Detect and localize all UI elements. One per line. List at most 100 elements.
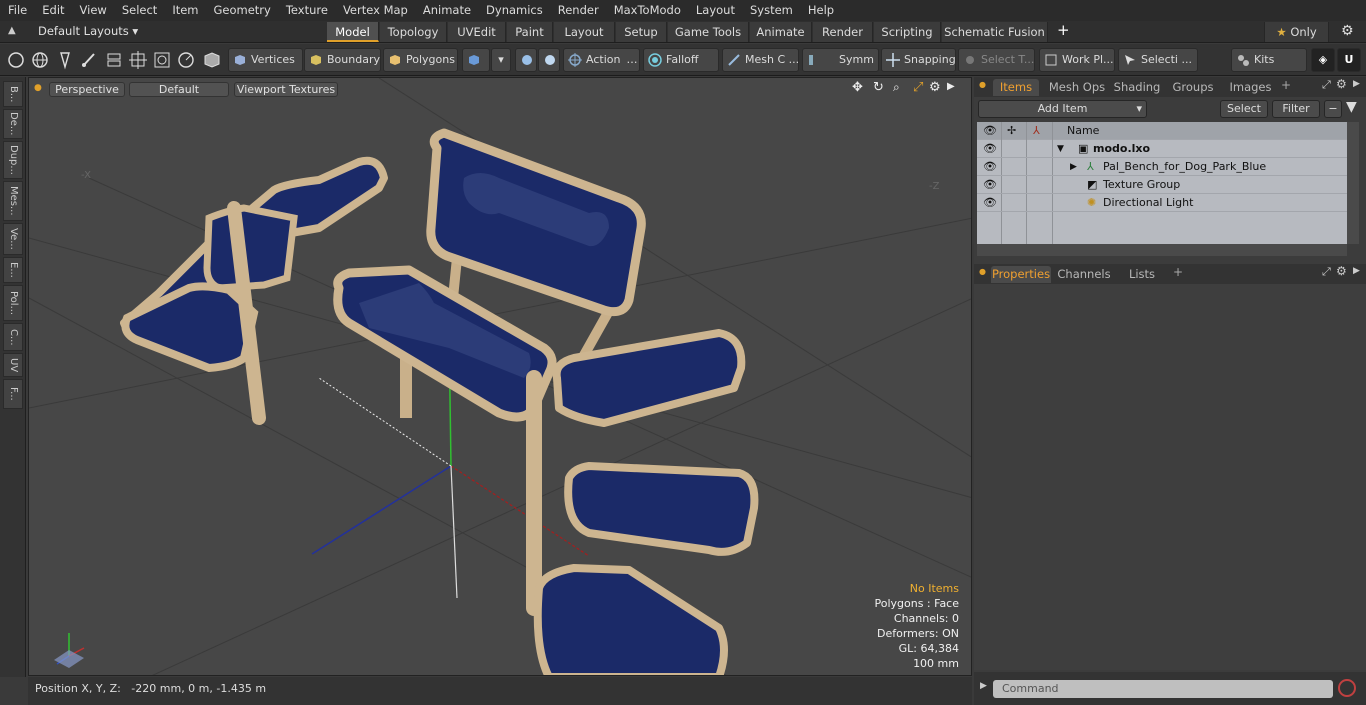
boundary-button[interactable]: Boundary bbox=[304, 48, 381, 72]
collapsed-arrow-icon[interactable]: ▶ bbox=[1070, 158, 1077, 176]
view-mode-button[interactable]: Perspective bbox=[49, 82, 125, 97]
add-tab-icon[interactable]: + bbox=[1057, 21, 1070, 39]
tab-items[interactable]: Items bbox=[993, 79, 1039, 96]
tab-model[interactable]: Model bbox=[327, 22, 379, 42]
menu-edit[interactable]: Edit bbox=[34, 0, 71, 21]
collapse-button[interactable]: − bbox=[1324, 100, 1342, 118]
vtab-mesh-edit[interactable]: Mes... bbox=[3, 181, 23, 221]
tab-scripting[interactable]: Scripting bbox=[874, 22, 941, 42]
vtab-curve[interactable]: C... bbox=[3, 323, 23, 351]
vtab-deform[interactable]: De... bbox=[3, 109, 23, 139]
tab-mesh-ops[interactable]: Mesh Ops bbox=[1047, 79, 1107, 96]
fit-icon[interactable]: ⤢ bbox=[913, 80, 923, 95]
layout-selector[interactable]: Default Layouts ▾ bbox=[38, 24, 138, 38]
tab-topology[interactable]: Topology bbox=[380, 22, 447, 42]
tab-paint[interactable]: Paint bbox=[507, 22, 553, 42]
sphere-tool-icon[interactable] bbox=[6, 50, 26, 70]
zoom-icon[interactable]: ⌕ bbox=[893, 80, 900, 95]
panel-menu-icon[interactable]: ▶ bbox=[1353, 79, 1360, 89]
globe-tool-icon[interactable] bbox=[30, 50, 50, 70]
add-item-button[interactable]: Add Item ▾ bbox=[978, 100, 1147, 118]
menu-animate[interactable]: Animate bbox=[415, 0, 478, 21]
menu-layout[interactable]: Layout bbox=[688, 0, 742, 21]
unreal-button[interactable]: U bbox=[1337, 48, 1361, 72]
expand-icon[interactable]: ▲ bbox=[8, 25, 16, 36]
symmetry-button[interactable]: Symm ... bbox=[802, 48, 879, 72]
filter-button[interactable]: Filter bbox=[1272, 100, 1320, 118]
tree-row[interactable]: 👁 ◩ Texture Group bbox=[977, 176, 1347, 194]
menu-dynamics[interactable]: Dynamics bbox=[478, 0, 550, 21]
item-mode-icon[interactable] bbox=[202, 50, 222, 70]
menu-select[interactable]: Select bbox=[114, 0, 164, 21]
select-button[interactable]: Select bbox=[1220, 100, 1268, 118]
center-tool-icon[interactable] bbox=[128, 50, 148, 70]
tab-lists[interactable]: Lists bbox=[1120, 266, 1164, 283]
work-plane-button[interactable]: Work Pl... bbox=[1039, 48, 1115, 72]
menu-help[interactable]: Help bbox=[800, 0, 841, 21]
bench-model[interactable] bbox=[120, 128, 759, 676]
funnel-icon[interactable]: ▼ bbox=[1346, 99, 1357, 115]
eye-icon[interactable]: 👁 bbox=[983, 194, 997, 212]
polygons-button[interactable]: Polygons bbox=[383, 48, 458, 72]
3d-viewport[interactable]: -X -Z ● Perspective Default Viewport Tex… bbox=[28, 77, 972, 676]
eye-icon[interactable]: 👁 bbox=[983, 176, 997, 194]
record-icon[interactable] bbox=[1338, 679, 1356, 697]
frame-tool-icon[interactable] bbox=[152, 50, 172, 70]
pan-icon[interactable]: ✥ bbox=[852, 80, 863, 95]
select-through-button[interactable]: Select T... bbox=[958, 48, 1035, 72]
eye-icon[interactable]: 👁 bbox=[983, 158, 997, 176]
properties-dot-icon[interactable]: ● bbox=[979, 267, 986, 276]
shading-mode-button[interactable]: Default bbox=[129, 82, 229, 97]
rotate-icon[interactable]: ↻ bbox=[873, 80, 884, 95]
selection-sets-button[interactable]: Selecti ... bbox=[1118, 48, 1198, 72]
vtab-vertex[interactable]: Ve... bbox=[3, 223, 23, 255]
gear-icon[interactable]: ⚙ bbox=[1341, 23, 1354, 39]
tab-render[interactable]: Render bbox=[813, 22, 873, 42]
tab-schematic-fusion[interactable]: Schematic Fusion bbox=[942, 22, 1048, 42]
vtab-fusion[interactable]: F... bbox=[3, 379, 23, 409]
symmetry-y-button[interactable] bbox=[538, 48, 560, 72]
item-list-scrollbar[interactable] bbox=[1347, 122, 1359, 244]
symmetry-x-button[interactable] bbox=[515, 48, 537, 72]
mesh-constraint-button[interactable]: Mesh C ... bbox=[722, 48, 799, 72]
material-mode-button[interactable] bbox=[462, 48, 490, 72]
tab-animate[interactable]: Animate bbox=[750, 22, 812, 42]
tab-properties[interactable]: Properties bbox=[991, 266, 1051, 283]
vtab-edge[interactable]: E... bbox=[3, 257, 23, 283]
viewport-gear-icon[interactable]: ⚙ bbox=[929, 80, 941, 95]
tab-channels[interactable]: Channels bbox=[1056, 266, 1112, 283]
radial-tool-icon[interactable] bbox=[176, 50, 196, 70]
tree-row[interactable]: 👁 ▶ ⅄ Pal_Bench_for_Dog_Park_Blue bbox=[977, 158, 1347, 176]
properties-gear-icon[interactable]: ⚙ bbox=[1336, 264, 1347, 278]
vertices-button[interactable]: Vertices bbox=[228, 48, 303, 72]
menu-file[interactable]: File bbox=[0, 0, 34, 21]
falloff-button[interactable]: Falloff bbox=[643, 48, 719, 72]
expand-arrow-icon[interactable]: ▼ bbox=[1057, 140, 1064, 158]
add-properties-tab-icon[interactable]: + bbox=[1173, 265, 1183, 279]
eye-icon[interactable]: 👁 bbox=[983, 140, 997, 158]
unity-button[interactable]: ◈ bbox=[1311, 48, 1335, 72]
axes-column-icon[interactable]: ⅄ bbox=[1033, 122, 1040, 140]
vtab-uv[interactable]: UV bbox=[3, 353, 23, 377]
tree-row[interactable]: 👁 ✺ Directional Light bbox=[977, 194, 1347, 212]
menu-geometry[interactable]: Geometry bbox=[206, 0, 278, 21]
menu-texture[interactable]: Texture bbox=[278, 0, 335, 21]
scene-render[interactable] bbox=[29, 78, 972, 676]
visibility-column-icon[interactable]: 👁 bbox=[983, 122, 997, 140]
tab-layout[interactable]: Layout bbox=[554, 22, 615, 42]
panel-dot-icon[interactable]: ● bbox=[979, 80, 986, 89]
action-button[interactable]: Action… bbox=[563, 48, 640, 72]
tab-groups[interactable]: Groups bbox=[1168, 79, 1218, 96]
tab-images[interactable]: Images bbox=[1224, 79, 1277, 96]
panel-gear-icon[interactable]: ⚙ bbox=[1336, 77, 1347, 91]
vtab-duplicate[interactable]: Dup... bbox=[3, 141, 23, 179]
align-tool-icon[interactable] bbox=[104, 50, 124, 70]
only-toggle[interactable]: ★ Only bbox=[1264, 22, 1329, 42]
lock-column-icon[interactable]: ✢ bbox=[1007, 122, 1016, 140]
viewport-menu-arrow-icon[interactable]: ▶ bbox=[947, 81, 955, 92]
item-list-hscrollbar[interactable] bbox=[977, 244, 1347, 256]
snapping-button[interactable]: Snapping bbox=[881, 48, 956, 72]
vtab-basic[interactable]: B... bbox=[3, 81, 23, 107]
menu-item[interactable]: Item bbox=[164, 0, 205, 21]
tab-setup[interactable]: Setup bbox=[616, 22, 667, 42]
